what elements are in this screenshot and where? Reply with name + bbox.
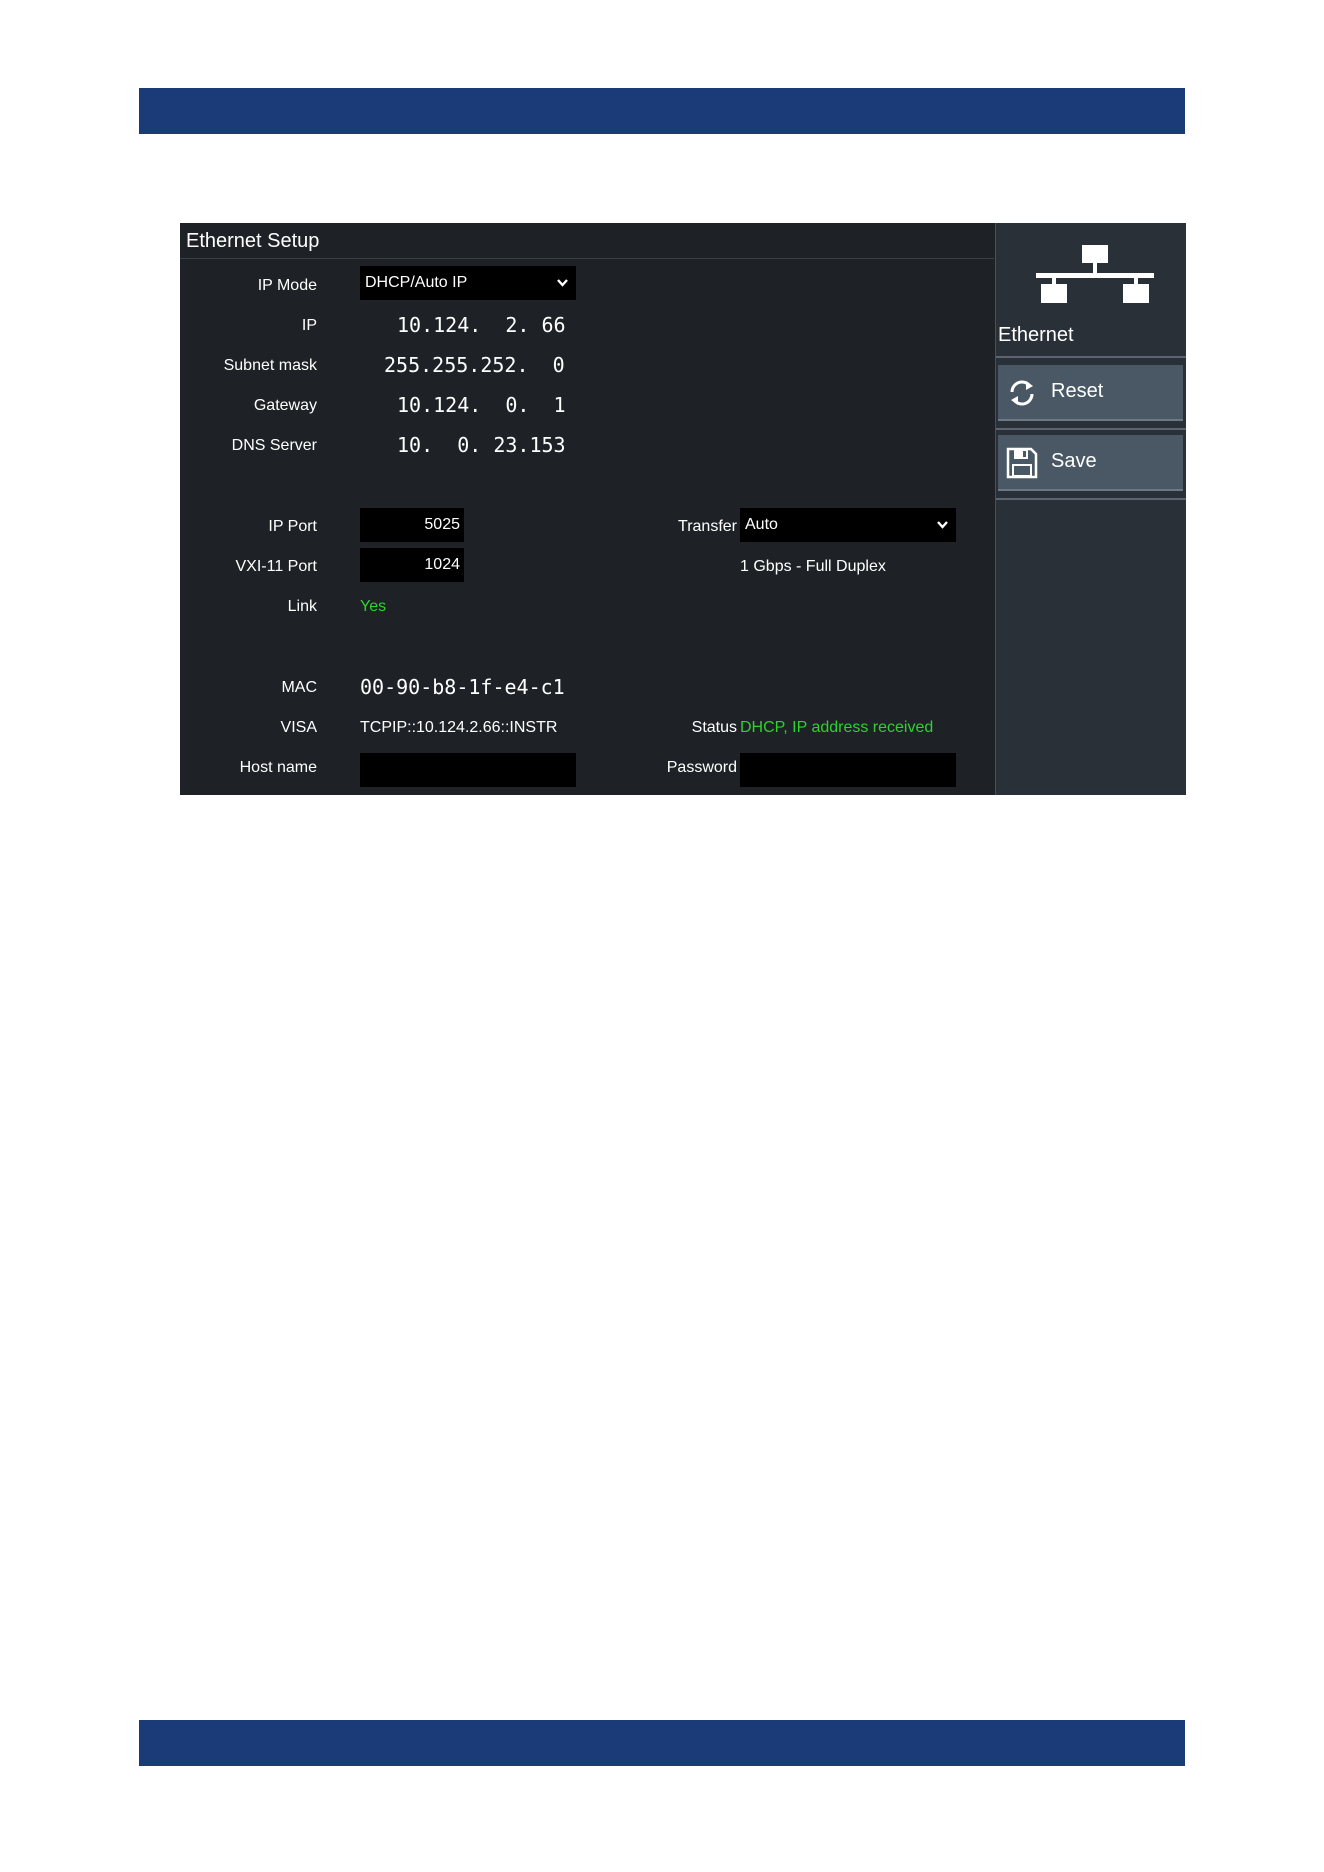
- dialog-title: Ethernet Setup: [186, 230, 320, 252]
- sidebar-divider: [996, 498, 1186, 500]
- transfer-label: Transfer: [678, 518, 737, 535]
- mac-label: MAC: [281, 679, 317, 696]
- gateway-value[interactable]: 10.124. 0. 1: [397, 393, 566, 417]
- dialog-title-bar: Ethernet Setup: [180, 223, 994, 259]
- vxi11-port-label: VXI-11 Port: [235, 558, 317, 575]
- sidebar-divider: [996, 428, 1186, 430]
- network-icon: [1036, 245, 1154, 303]
- vxi11-port-input[interactable]: 1024: [360, 548, 464, 582]
- ip-mode-label: IP Mode: [257, 277, 317, 294]
- reset-button[interactable]: Reset: [998, 365, 1183, 421]
- host-name-label: Host name: [239, 759, 317, 776]
- visa-value: TCPIP::10.124.2.66::INSTR: [360, 719, 558, 736]
- chevron-down-icon: [937, 521, 948, 529]
- sidebar-title: Ethernet: [998, 324, 1074, 346]
- host-name-input[interactable]: [360, 753, 576, 787]
- link-speed-text: 1 Gbps - Full Duplex: [740, 558, 886, 575]
- password-input[interactable]: [740, 753, 956, 787]
- ip-label: IP: [301, 317, 317, 334]
- refresh-icon: [1010, 380, 1034, 406]
- page-footer-band: [139, 1720, 1185, 1766]
- transfer-value: Auto: [745, 516, 778, 533]
- dns-server-label: DNS Server: [231, 437, 317, 454]
- password-label: Password: [666, 759, 737, 776]
- chevron-down-icon: [557, 279, 568, 287]
- ip-value[interactable]: 10.124. 2. 66: [397, 313, 566, 337]
- ethernet-setup-dialog: Ethernet Setup IP Mode DHCP/Auto IP IP 1…: [180, 223, 994, 795]
- ip-mode-value: DHCP/Auto IP: [365, 274, 468, 291]
- gateway-label: Gateway: [253, 397, 317, 414]
- status-value: DHCP, IP address received: [740, 719, 934, 736]
- ethernet-sidebar: Ethernet Reset Save: [995, 223, 1186, 795]
- link-label: Link: [287, 598, 317, 615]
- subnet-mask-value[interactable]: 255.255.252. 0: [384, 353, 565, 377]
- save-button[interactable]: Save: [998, 435, 1183, 491]
- dns-server-value[interactable]: 10. 0. 23.153: [397, 433, 566, 457]
- page-header-band: [139, 88, 1185, 134]
- ip-port-label: IP Port: [268, 518, 317, 535]
- status-label: Status: [691, 719, 737, 736]
- floppy-disk-icon: [1006, 447, 1038, 479]
- link-status-value: Yes: [360, 598, 387, 615]
- transfer-select[interactable]: Auto: [740, 508, 956, 542]
- visa-label: VISA: [280, 719, 317, 736]
- sidebar-header: Ethernet: [996, 223, 1186, 358]
- subnet-mask-label: Subnet mask: [223, 357, 317, 374]
- ip-port-input[interactable]: 5025: [360, 508, 464, 542]
- ethernet-setup-screen: Ethernet Setup IP Mode DHCP/Auto IP IP 1…: [180, 223, 1186, 795]
- reset-button-label: Reset: [1051, 380, 1104, 402]
- ip-mode-select[interactable]: DHCP/Auto IP: [360, 266, 576, 300]
- save-button-label: Save: [1051, 450, 1097, 472]
- mac-value: 00-90-b8-1f-e4-c1: [360, 675, 565, 699]
